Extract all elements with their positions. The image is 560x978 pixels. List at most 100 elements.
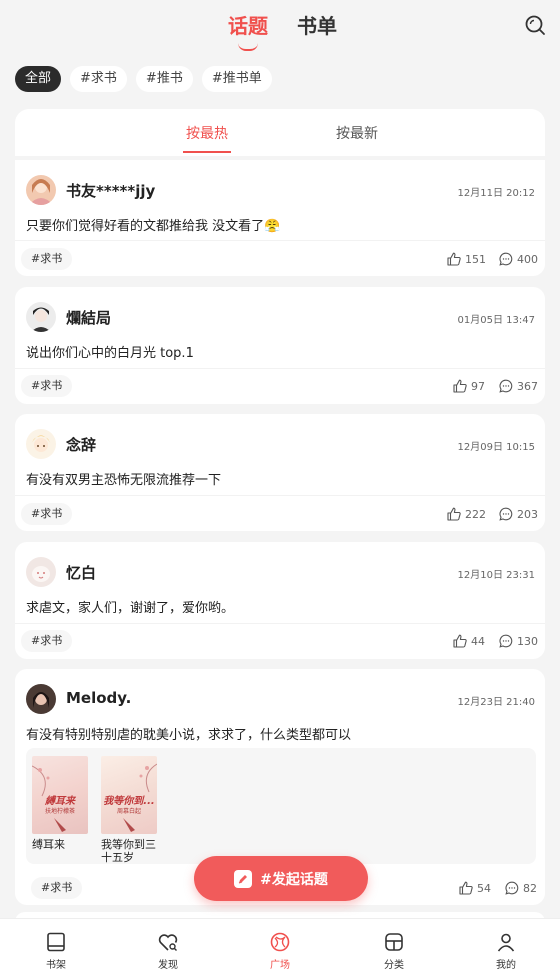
- bookshelf-icon: [47, 932, 65, 952]
- tab-topics-label: 话题: [228, 14, 268, 38]
- like-count: 54: [477, 881, 491, 895]
- book-cover-title: 我等你到...: [103, 796, 155, 807]
- post-card[interactable]: 爛結局 01月05日 13:47 说出你们心中的白月光 top.1 #求书 97…: [15, 287, 545, 404]
- comment-button[interactable]: 130: [499, 634, 538, 648]
- chip-recommend-book[interactable]: #推书: [135, 66, 193, 92]
- tab-booklists-label: 书单: [297, 14, 337, 38]
- post-card[interactable]: 书友*****jjy 12月11日 20:12 只要你们觉得好看的文都推给我 没…: [15, 160, 545, 276]
- nav-label: 广场: [270, 960, 290, 971]
- comment-icon: [499, 252, 513, 266]
- nav-label: 我的: [496, 960, 516, 971]
- comment-button[interactable]: 367: [499, 379, 538, 393]
- tab-booklists[interactable]: 书单: [297, 10, 337, 39]
- post-card[interactable]: 忆白 12月10日 23:31 求虐文，家人们，谢谢了，爱你哟。 #求书 44 …: [15, 542, 545, 659]
- book-cover: 我等你到... 周慕白起: [101, 756, 157, 834]
- username[interactable]: 书友*****jjy: [66, 180, 155, 201]
- book-cover: 縛耳来 扶地柠檬茶: [32, 756, 88, 834]
- post-text[interactable]: 有没有双男主恐怖无限流推荐一下: [26, 469, 221, 488]
- like-button[interactable]: 222: [447, 507, 486, 521]
- comment-count: 203: [517, 507, 538, 521]
- avatar[interactable]: [26, 175, 56, 205]
- chip-all[interactable]: 全部: [15, 66, 62, 92]
- nav-item-plaza[interactable]: 广场: [250, 931, 310, 971]
- nav-item-profile[interactable]: 我的: [476, 931, 536, 971]
- like-button[interactable]: 97: [453, 379, 485, 393]
- divider: [15, 495, 545, 496]
- like-count: 151: [465, 252, 486, 266]
- post-tag[interactable]: #求书: [31, 877, 83, 899]
- profile-icon: [497, 933, 515, 952]
- sort-hottest-tab[interactable]: 按最热: [183, 123, 231, 153]
- thumbs-up-icon: [453, 634, 467, 648]
- like-button[interactable]: 44: [453, 634, 485, 648]
- comment-count: 400: [517, 252, 538, 266]
- search-button[interactable]: [524, 14, 546, 36]
- like-count: 222: [465, 507, 486, 521]
- chip-seek-book[interactable]: #求书: [70, 66, 127, 92]
- post-text[interactable]: 说出你们心中的白月光 top.1: [26, 342, 194, 361]
- tab-topics[interactable]: 话题: [228, 10, 268, 51]
- post-time: 12月09日 10:15: [457, 442, 535, 453]
- post-time: 12月23日 21:40: [457, 697, 535, 708]
- username[interactable]: 忆白: [66, 562, 96, 583]
- book-cover-title: 縛耳来: [45, 796, 75, 807]
- comment-count: 367: [517, 379, 538, 393]
- bottom-nav: 书架 发现 广场 分类 我的: [0, 918, 560, 978]
- like-button[interactable]: 151: [447, 252, 486, 266]
- comment-icon: [499, 634, 513, 648]
- comment-count: 130: [517, 634, 538, 648]
- sort-newest-label: 按最新: [336, 126, 378, 142]
- username[interactable]: Melody.: [66, 689, 131, 707]
- post-text[interactable]: 只要你们觉得好看的文都推给我 没文看了😤: [26, 215, 280, 234]
- top-header: 话题 书单: [0, 0, 560, 56]
- thumbs-up-icon: [447, 252, 461, 266]
- discover-icon: [158, 934, 178, 951]
- post-time: 01月05日 13:47: [457, 315, 535, 326]
- post-tag[interactable]: #求书: [21, 503, 73, 525]
- category-icon: [385, 933, 403, 951]
- post-time: 12月10日 23:31: [457, 570, 535, 581]
- post-text[interactable]: 有没有特别特别虐的耽美小说，求求了，什么类型都可以: [26, 724, 351, 743]
- comment-button[interactable]: 203: [499, 507, 538, 521]
- post-tag[interactable]: #求书: [21, 375, 73, 397]
- comment-count: 82: [523, 881, 537, 895]
- nav-item-discover[interactable]: 发现: [138, 931, 198, 971]
- active-tab-indicator: [238, 43, 258, 51]
- like-button[interactable]: 54: [459, 881, 491, 895]
- like-count: 97: [471, 379, 485, 393]
- chip-recommend-list[interactable]: #推书单: [201, 66, 272, 92]
- comment-button[interactable]: 400: [499, 252, 538, 266]
- sort-active-underline: [183, 151, 231, 153]
- avatar[interactable]: [26, 684, 56, 714]
- search-icon: [525, 15, 545, 35]
- comment-button[interactable]: 82: [505, 881, 537, 895]
- book-item[interactable]: 縛耳来 扶地柠檬茶 缚耳来: [32, 756, 88, 851]
- avatar[interactable]: [26, 557, 56, 587]
- post-text[interactable]: 求虐文，家人们，谢谢了，爱你哟。: [26, 597, 234, 616]
- avatar[interactable]: [26, 429, 56, 459]
- nav-label: 书架: [46, 960, 66, 971]
- divider: [15, 623, 545, 624]
- username[interactable]: 念辞: [66, 434, 96, 455]
- start-topic-button[interactable]: #发起话题: [194, 856, 368, 901]
- book-list: 縛耳来 扶地柠檬茶 缚耳来 我等你到... 周慕白起 我等你到三十五岁: [26, 748, 536, 864]
- username[interactable]: 爛結局: [66, 307, 111, 328]
- book-item[interactable]: 我等你到... 周慕白起 我等你到三十五岁: [101, 756, 157, 864]
- avatar[interactable]: [26, 302, 56, 332]
- book-cover-author: 周慕白起: [116, 808, 141, 815]
- post-tag[interactable]: #求书: [21, 248, 73, 270]
- thumbs-up-icon: [459, 881, 473, 895]
- comment-icon: [505, 881, 519, 895]
- sort-newest-tab[interactable]: 按最新: [336, 123, 378, 143]
- book-name: 缚耳来: [32, 838, 65, 851]
- nav-label: 发现: [158, 960, 178, 971]
- plaza-icon: [270, 932, 290, 952]
- post-card[interactable]: 念辞 12月09日 10:15 有没有双男主恐怖无限流推荐一下 #求书 222 …: [15, 414, 545, 531]
- nav-label: 分类: [384, 960, 404, 971]
- thumbs-up-icon: [453, 379, 467, 393]
- nav-item-category[interactable]: 分类: [364, 931, 424, 971]
- post-tag[interactable]: #求书: [21, 630, 73, 652]
- sort-tabs: 按最热 按最新: [15, 109, 545, 156]
- book-name: 我等你到三十五岁: [101, 838, 156, 864]
- nav-item-bookshelf[interactable]: 书架: [26, 931, 86, 971]
